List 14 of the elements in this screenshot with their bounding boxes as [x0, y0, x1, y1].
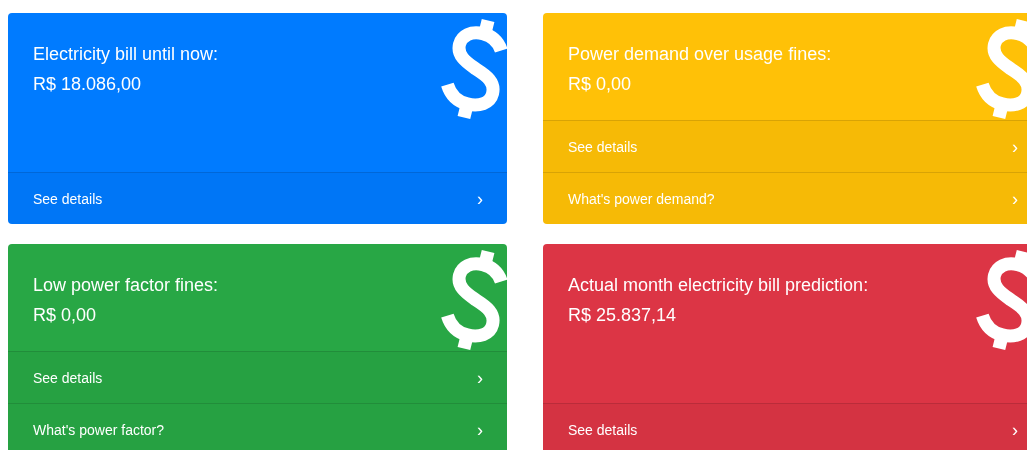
card-title: Low power factor fines:: [33, 274, 220, 296]
card-value: R$ 0,00: [33, 304, 98, 326]
card-value: R$ 18.086,00: [33, 73, 143, 95]
card-title: Power demand over usage fines:: [568, 43, 833, 65]
details-link[interactable]: What's power demand? ›: [543, 172, 1027, 224]
details-link[interactable]: What's power factor? ›: [8, 403, 507, 450]
details-link[interactable]: See details ›: [8, 172, 507, 224]
card-title: Electricity bill until now:: [33, 43, 220, 65]
details-link[interactable]: See details ›: [8, 351, 507, 403]
card-value: R$ 0,00: [568, 73, 633, 95]
details-link[interactable]: See details ›: [543, 403, 1027, 450]
card-value: R$ 25.837,14: [568, 304, 678, 326]
details-link[interactable]: See details ›: [543, 120, 1027, 172]
card-title: Actual month electricity bill prediction:: [568, 274, 870, 296]
